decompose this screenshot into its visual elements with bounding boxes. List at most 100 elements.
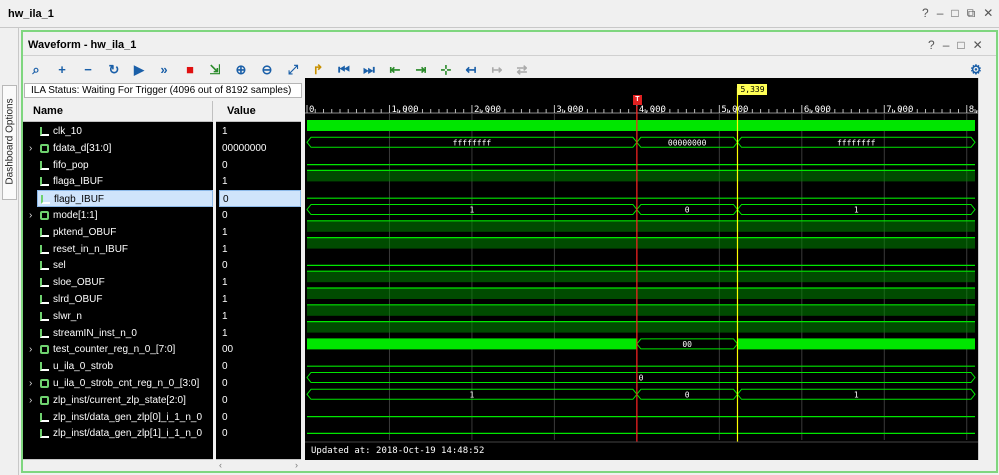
signal-row[interactable]: pktend_OBUF [23, 224, 213, 241]
ruler-tick-label: 0 [309, 105, 314, 115]
add-marker-icon[interactable]: ⊹ [438, 61, 454, 77]
signal-value-row[interactable]: 0 [219, 190, 301, 207]
add-icon[interactable]: + [54, 61, 70, 77]
previous-marker-icon[interactable]: ↤ [463, 61, 479, 77]
ila-status-bar: ILA Status: Waiting For Trigger (4096 ou… [24, 83, 302, 98]
signal-row[interactable]: slrd_OBUF [23, 291, 213, 308]
signal-row[interactable]: fifo_pop [23, 157, 213, 174]
signal-row[interactable]: u_ila_0_strob [23, 358, 213, 375]
trigger-marker: T [632, 95, 642, 105]
run-immediate-icon[interactable]: » [156, 61, 172, 77]
signal-value-row[interactable]: 1 [216, 224, 301, 241]
signal-value-row[interactable]: 1 [216, 325, 301, 342]
signal-name: u_ila_0_strob [53, 361, 114, 372]
signal-row[interactable]: › zlp_inst/current_zlp_state[2:0] [23, 392, 213, 409]
signal-value-row[interactable]: 0 [216, 257, 301, 274]
waveform-vscrollbar[interactable] [978, 78, 992, 460]
signal-row[interactable]: reset_in_n_IBUF [23, 241, 213, 258]
go-to-last-time-icon[interactable]: ⏭ [361, 61, 377, 77]
remove-icon[interactable]: − [80, 61, 96, 77]
signal-value-row[interactable]: 0 [216, 157, 301, 174]
signal-value-list: 1 00000000 0 1 0 0 1 1 0 1 1 1 1 00 0 0 0 0 0 [216, 123, 301, 446]
panel-close-icon[interactable]: ✕ [973, 38, 983, 52]
scroll-right-icon[interactable]: › [295, 460, 298, 470]
expand-chevron-icon[interactable]: › [29, 341, 32, 358]
signal-row[interactable]: sel [23, 257, 213, 274]
signal-row[interactable]: › fdata_d[31:0] [23, 140, 213, 157]
bit-signal-icon [40, 429, 49, 438]
zoom-in-icon[interactable]: ⊕ [233, 61, 249, 77]
zoom-out-icon[interactable]: ⊖ [259, 61, 275, 77]
waveform-svg[interactable]: 0 1,000 2,000 3,000 4,000 5,000 6,000 7,000 8,0 f… [305, 78, 978, 460]
signal-row[interactable]: zlp_inst/data_gen_zlp[0]_i_1_n_0 [23, 409, 213, 426]
signal-value-row[interactable]: 1 [216, 308, 301, 325]
dashboard-options-tab[interactable]: Dashboard Options [2, 85, 17, 200]
panel-help-icon[interactable]: ? [928, 38, 935, 52]
bus-signal-icon [40, 396, 49, 405]
stop-icon[interactable]: ■ [182, 61, 198, 77]
signal-value-row[interactable]: 0 [216, 358, 301, 375]
signal-row[interactable]: clk_10 [23, 123, 213, 140]
go-to-time-zero-icon[interactable]: ⏮ [336, 61, 352, 77]
maximize-icon[interactable]: □ [951, 6, 958, 21]
settings-gear-icon[interactable]: ⚙ [968, 61, 984, 77]
go-to-cursor-icon[interactable]: ↱ [310, 61, 326, 77]
signal-value-row[interactable]: 1 [216, 274, 301, 291]
signal-name: zlp_inst/data_gen_zlp[0]_i_1_n_0 [53, 412, 203, 423]
run-icon[interactable]: ▶ [131, 61, 147, 77]
signal-value: 1 [222, 227, 228, 238]
next-transition-icon[interactable]: ⇥ [413, 61, 429, 77]
panel-maximize-icon[interactable]: □ [957, 38, 964, 52]
expand-chevron-icon[interactable]: › [29, 207, 32, 224]
signal-value-row[interactable]: 0 [216, 375, 301, 392]
name-hscrollbar[interactable] [23, 459, 213, 471]
signal-value-row[interactable]: 0 [216, 392, 301, 409]
signal-row[interactable]: sloe_OBUF [23, 274, 213, 291]
signal-row[interactable]: streamIN_inst_n_0 [23, 325, 213, 342]
scroll-left-icon[interactable]: ‹ [219, 460, 222, 470]
signal-row[interactable]: zlp_inst/data_gen_zlp[1]_i_1_n_0 [23, 425, 213, 442]
signal-value-row[interactable]: 0 [216, 425, 301, 442]
value-column: Value 1 00000000 0 1 0 0 1 1 0 1 1 1 1 00 0 0 0 0 0 ‹ › [216, 101, 301, 471]
bit-signal-icon [40, 329, 49, 338]
restore-icon[interactable]: ⧉ [967, 6, 976, 21]
signal-row[interactable]: › mode[1:1] [23, 207, 213, 224]
close-icon[interactable]: ✕ [983, 6, 993, 21]
export-icon[interactable]: ⇲ [207, 61, 223, 77]
signal-value: 0 [222, 412, 228, 423]
signal-value-row[interactable]: 00000000 [216, 140, 301, 157]
expand-chevron-icon[interactable]: › [29, 375, 32, 392]
help-icon[interactable]: ? [922, 6, 929, 21]
expand-chevron-icon[interactable]: › [29, 140, 32, 157]
expand-chevron-icon[interactable]: › [29, 392, 32, 409]
signal-row[interactable]: flaga_IBUF [23, 173, 213, 190]
ruler-tick-label: 5,000 [721, 105, 748, 115]
signal-value-row[interactable]: 00 [216, 341, 301, 358]
waveform-canvas[interactable]: 0 1,000 2,000 3,000 4,000 5,000 6,000 7,000 8,0 f… [305, 78, 978, 460]
signal-value-row[interactable]: 0 [216, 409, 301, 426]
signal-row[interactable]: › u_ila_0_strob_cnt_reg_n_0_[3:0] [23, 375, 213, 392]
name-column-header[interactable]: Name [23, 101, 213, 122]
signal-value-row[interactable]: 1 [216, 173, 301, 190]
run-trigger-icon[interactable]: ↻ [106, 61, 122, 77]
signal-row[interactable]: › test_counter_reg_n_0_[7:0] [23, 341, 213, 358]
signal-value: 0 [222, 160, 228, 171]
signal-value-row[interactable]: 0 [216, 207, 301, 224]
signal-name: slrd_OBUF [53, 294, 103, 305]
cursor-time-label[interactable]: 5,339 [737, 84, 768, 95]
zoom-fit-icon[interactable]: ⤢ [285, 61, 301, 77]
previous-transition-icon[interactable]: ⇤ [387, 61, 403, 77]
signal-value-row[interactable]: 1 [216, 123, 301, 140]
minimize-icon[interactable]: – [937, 6, 944, 21]
signal-value: 0 [222, 378, 228, 389]
signal-row[interactable]: flagb_IBUF [37, 190, 213, 207]
panel-minimize-icon[interactable]: – [943, 38, 950, 52]
signal-value-row[interactable]: 1 [216, 241, 301, 258]
waveform-hscrollbar[interactable] [305, 460, 992, 471]
search-icon[interactable]: ⌕ [28, 61, 44, 77]
value-hscrollbar[interactable]: ‹ › [216, 459, 301, 471]
signal-value-row[interactable]: 1 [216, 291, 301, 308]
signal-row[interactable]: slwr_n [23, 308, 213, 325]
value-column-header[interactable]: Value [216, 101, 301, 122]
signal-name: zlp_inst/data_gen_zlp[1]_i_1_n_0 [53, 428, 203, 439]
